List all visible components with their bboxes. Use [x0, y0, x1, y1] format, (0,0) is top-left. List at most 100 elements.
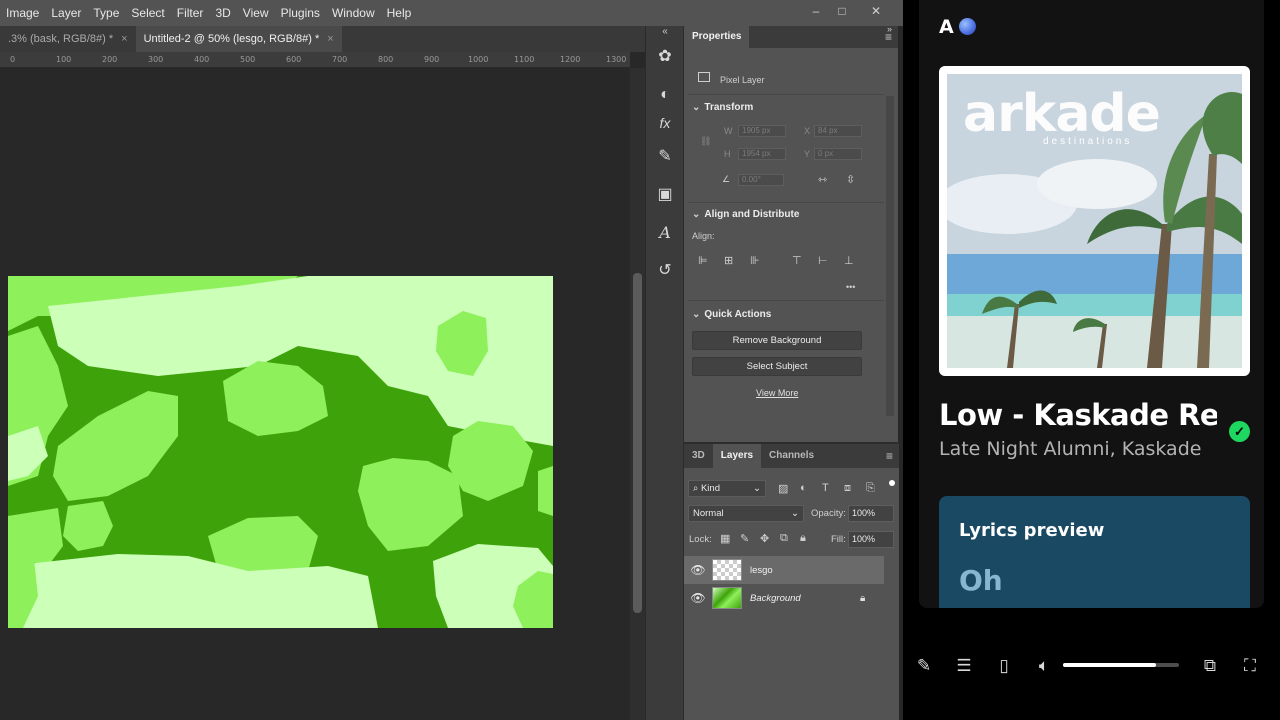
- menu-plugins[interactable]: Plugins: [275, 0, 326, 26]
- canvas-area[interactable]: [0, 68, 630, 720]
- align-right-icon[interactable]: ⊪: [750, 254, 760, 267]
- filter-pixel-icon[interactable]: ▨: [778, 482, 788, 495]
- layers-menu-icon[interactable]: ≡: [886, 449, 893, 463]
- track-title[interactable]: Low - Kaskade Remi: [939, 398, 1217, 432]
- menu-layer[interactable]: Layer: [45, 0, 87, 26]
- styles-fx-icon[interactable]: fx: [654, 112, 676, 134]
- expand-icon[interactable]: »: [887, 24, 892, 34]
- quick-actions-title: Quick Actions: [704, 309, 772, 320]
- scroll-thumb[interactable]: [633, 273, 642, 613]
- doc-tab-bask[interactable]: .3% (bask, RGB/8#) * ×: [0, 26, 136, 52]
- align-bottom-icon[interactable]: ⊥: [844, 254, 854, 267]
- libraries-icon[interactable]: ▣: [654, 184, 676, 206]
- align-left-icon[interactable]: ⊫: [698, 254, 708, 267]
- align-middle-icon[interactable]: ⊢: [818, 254, 828, 267]
- close-icon[interactable]: ✕: [862, 2, 890, 20]
- visibility-eye-icon[interactable]: 👁︎: [684, 591, 712, 605]
- close-tab-icon[interactable]: ×: [121, 26, 127, 52]
- layer-row-background[interactable]: 👁︎ Background 🔒︎: [684, 584, 884, 612]
- panel-icon-bar: « ✿ ◐ fx ✎ ▣ A ↺: [645, 26, 683, 720]
- blend-mode-value: Normal: [693, 508, 724, 519]
- tab-3d[interactable]: 3D: [684, 445, 713, 467]
- align-center-icon[interactable]: ⊞: [724, 254, 733, 267]
- filter-adjustment-icon[interactable]: ◐: [800, 482, 807, 494]
- adjustments-icon[interactable]: ◐: [654, 84, 676, 106]
- menu-image[interactable]: Image: [0, 0, 45, 26]
- maximize-icon[interactable]: □: [828, 2, 856, 20]
- menu-filter[interactable]: Filter: [171, 0, 210, 26]
- lock-transparent-icon[interactable]: ▦: [720, 532, 730, 545]
- history-icon[interactable]: ↺: [654, 260, 676, 282]
- close-tab-icon[interactable]: ×: [327, 26, 333, 52]
- lock-artboard-icon[interactable]: ⧉: [780, 532, 788, 545]
- filter-shape-icon[interactable]: ⧈: [844, 482, 851, 495]
- connect-device-icon[interactable]: ▯: [992, 654, 1016, 678]
- tab-layers[interactable]: Layers: [712, 444, 762, 468]
- chevron-down-icon: ⌄: [692, 102, 701, 113]
- transform-section[interactable]: ⌄ Transform: [692, 102, 753, 113]
- properties-panel: Properties ≡ » Pixel Layer ⌄ Transform ⛓ …: [683, 24, 899, 720]
- filter-toggle[interactable]: [889, 480, 895, 486]
- ruler-label: 500: [240, 55, 256, 64]
- character-icon[interactable]: A: [654, 222, 676, 244]
- fill-field[interactable]: 100%: [848, 531, 894, 548]
- lock-all-icon[interactable]: 🔒︎: [800, 532, 806, 545]
- volume-slider[interactable]: [1063, 663, 1179, 667]
- brushes-icon[interactable]: ✎: [654, 146, 676, 168]
- align-section[interactable]: ⌄ Align and Distribute: [692, 209, 799, 220]
- lock-position-icon[interactable]: ✥: [760, 532, 769, 545]
- menu-3d[interactable]: 3D: [209, 0, 236, 26]
- pencil-icon[interactable]: ✎: [912, 654, 936, 678]
- fullscreen-icon[interactable]: ⛶: [1238, 654, 1262, 678]
- remove-background-button[interactable]: Remove Background: [692, 331, 862, 350]
- lock-pixels-icon[interactable]: ✎: [740, 532, 749, 545]
- menu-help[interactable]: Help: [381, 0, 418, 26]
- opacity-field[interactable]: 100%: [848, 505, 894, 522]
- width-field[interactable]: 1905 px: [738, 125, 786, 137]
- select-subject-button[interactable]: Select Subject: [692, 357, 862, 376]
- flip-horizontal-icon[interactable]: ⇿: [818, 173, 827, 186]
- album-art[interactable]: arkade destinations: [939, 66, 1250, 376]
- volume-icon[interactable]: 🔈︎: [1032, 654, 1056, 678]
- menu-type[interactable]: Type: [87, 0, 125, 26]
- filter-kind-select[interactable]: ⌕ Kind ⌄: [688, 480, 766, 497]
- link-icon[interactable]: ⛓: [700, 136, 711, 147]
- doc-tab-untitled-2[interactable]: Untitled-2 @ 50% (lesgo, RGB/8#) * ×: [135, 26, 342, 52]
- horizontal-ruler[interactable]: 0 100 200 300 400 500 600 700 800 900 10…: [0, 52, 630, 68]
- document-canvas[interactable]: [8, 276, 553, 628]
- quick-actions-section[interactable]: ⌄ Quick Actions: [692, 309, 771, 320]
- x-field[interactable]: 84 px: [814, 125, 862, 137]
- queue-icon[interactable]: ☰: [952, 654, 976, 678]
- flip-vertical-icon[interactable]: ⇳: [846, 173, 855, 186]
- miniplayer-icon[interactable]: ⧉: [1198, 654, 1222, 678]
- track-artists[interactable]: Late Night Alumni, Kaskade: [939, 438, 1201, 460]
- blend-mode-select[interactable]: Normal ⌄: [688, 505, 804, 522]
- menu-view[interactable]: View: [237, 0, 275, 26]
- menu-window[interactable]: Window: [326, 0, 381, 26]
- lyrics-preview-card[interactable]: Lyrics preview Oh: [939, 496, 1250, 608]
- visibility-eye-icon[interactable]: 👁︎: [684, 563, 712, 577]
- view-more-link[interactable]: View More: [756, 388, 798, 398]
- doc-tab-label: .3% (bask, RGB/8#) *: [8, 33, 114, 45]
- vertical-scrollbar[interactable]: [630, 68, 645, 720]
- layer-row-lesgo[interactable]: 👁︎ lesgo: [684, 556, 884, 584]
- tab-properties[interactable]: Properties: [684, 26, 750, 48]
- height-field[interactable]: 1954 px: [738, 148, 786, 160]
- angle-field[interactable]: 0.00°: [738, 174, 784, 186]
- divider: [688, 202, 884, 203]
- document-tabs: .3% (bask, RGB/8#) * × Untitled-2 @ 50% …: [0, 26, 645, 52]
- saved-check-icon[interactable]: ✓: [1229, 421, 1250, 442]
- properties-scrollbar[interactable]: [886, 96, 894, 416]
- y-field[interactable]: 0 px: [814, 148, 862, 160]
- ruler-label: 1100: [514, 55, 535, 64]
- filter-smart-icon[interactable]: ⎘: [866, 482, 875, 495]
- more-options-icon[interactable]: •••: [846, 282, 855, 292]
- minimize-icon[interactable]: –: [802, 2, 830, 20]
- collapse-icon[interactable]: «: [654, 26, 676, 38]
- tab-channels[interactable]: Channels: [761, 445, 822, 467]
- chevron-down-icon: ⌄: [753, 483, 761, 494]
- learn-icon[interactable]: ✿: [654, 46, 676, 68]
- filter-type-icon[interactable]: T: [822, 482, 829, 494]
- align-top-icon[interactable]: ⊤: [792, 254, 802, 267]
- menu-select[interactable]: Select: [125, 0, 170, 26]
